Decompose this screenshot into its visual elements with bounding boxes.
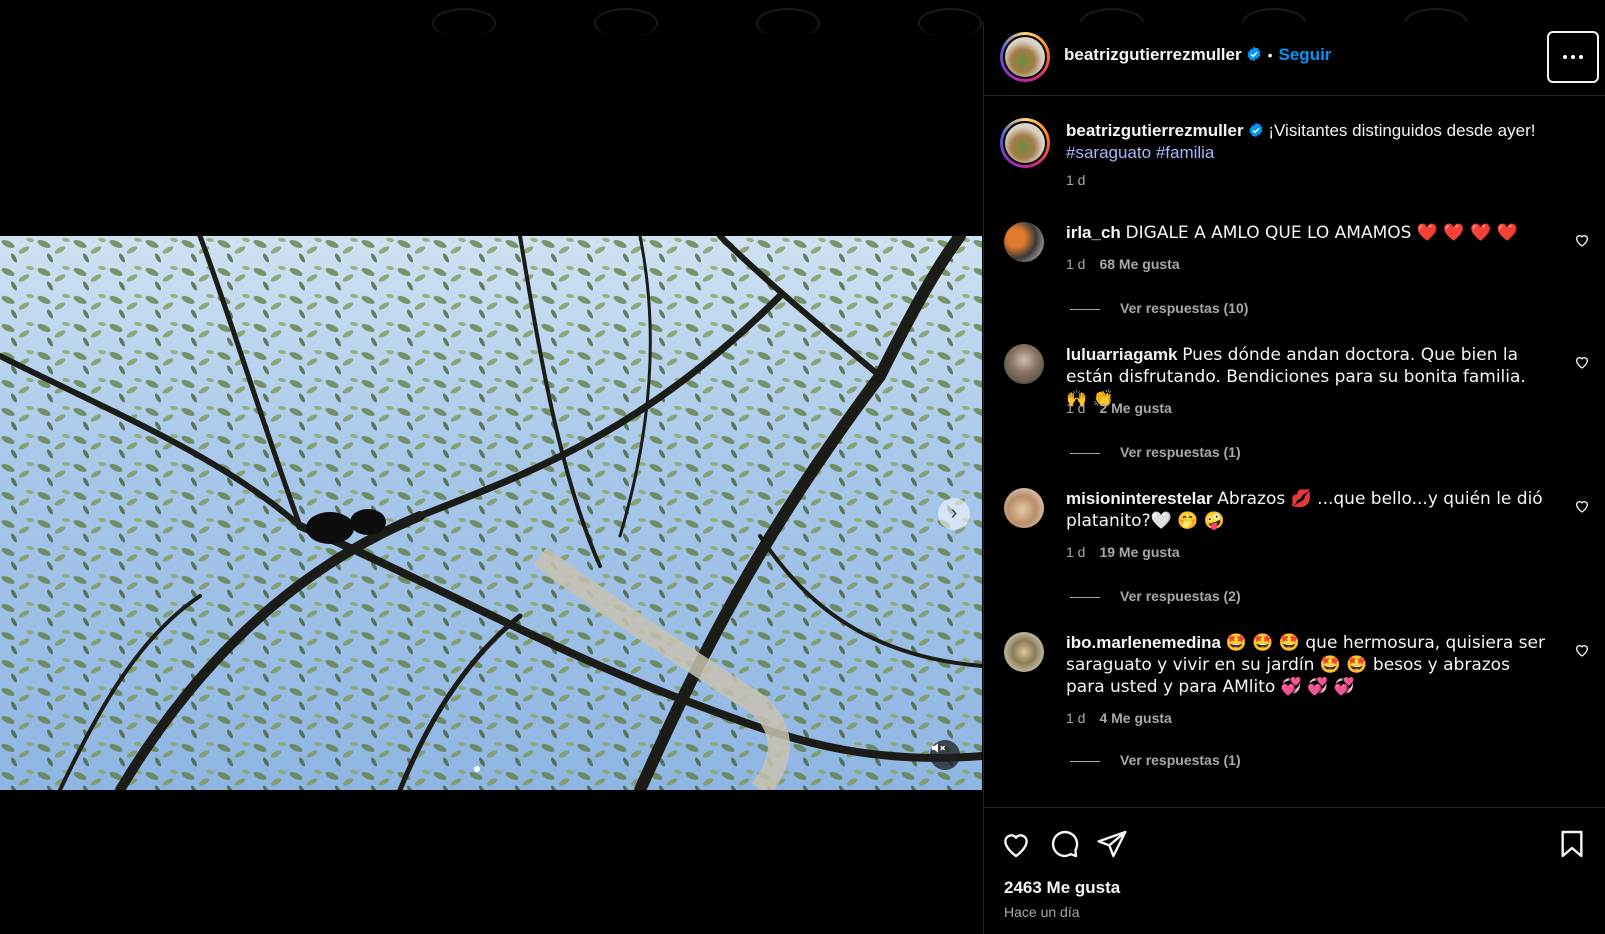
- post-video[interactable]: ›: [0, 236, 982, 790]
- comment-icon[interactable]: [1048, 828, 1080, 860]
- author-username[interactable]: beatrizgutierrezmuller: [1064, 45, 1242, 64]
- comment-likes[interactable]: 4 Me gusta: [1099, 710, 1171, 726]
- heart-icon[interactable]: [1000, 828, 1032, 860]
- caption-username[interactable]: beatrizgutierrezmuller: [1066, 121, 1244, 140]
- post-actions-bar: 2463 Me gusta Hace un día: [984, 807, 1605, 934]
- heart-icon[interactable]: [1574, 498, 1590, 514]
- commenter-avatar[interactable]: [1004, 344, 1044, 384]
- story-ring[interactable]: [918, 8, 982, 38]
- verified-badge-icon: [1247, 46, 1261, 62]
- story-ring[interactable]: [594, 8, 658, 38]
- commenter-avatar[interactable]: [1004, 488, 1044, 528]
- heart-icon[interactable]: [1574, 642, 1590, 658]
- send-icon[interactable]: [1096, 828, 1128, 860]
- comment-likes[interactable]: 19 Me gusta: [1099, 544, 1179, 560]
- separator-dot: •: [1267, 47, 1273, 63]
- story-ring[interactable]: [432, 8, 496, 38]
- comment-likes[interactable]: 68 Me gusta: [1099, 256, 1179, 272]
- post-side-panel: beatrizgutierrezmuller • Seguir beatrizgut…: [983, 22, 1605, 934]
- caption-timestamp: 1 d: [1066, 172, 1086, 188]
- commenter-username[interactable]: irla_ch: [1066, 223, 1121, 242]
- chevron-right-icon[interactable]: ›: [938, 498, 970, 530]
- hashtag-link[interactable]: #saraguato: [1066, 143, 1151, 162]
- post-timestamp: Hace un día: [1004, 904, 1080, 920]
- commenter-avatar[interactable]: [1004, 632, 1044, 672]
- view-replies-button[interactable]: Ver respuestas (10): [1120, 300, 1248, 316]
- more-options-icon[interactable]: [1547, 31, 1599, 83]
- bookmark-icon[interactable]: [1556, 828, 1588, 860]
- heart-icon[interactable]: [1574, 354, 1590, 370]
- caption-author-avatar[interactable]: [1000, 118, 1050, 168]
- hashtag-link[interactable]: #familia: [1156, 143, 1215, 162]
- carousel-indicator: [474, 766, 480, 772]
- post-header: beatrizgutierrezmuller • Seguir: [984, 22, 1605, 96]
- muted-speaker-icon[interactable]: [930, 740, 960, 770]
- tree-canopy-image: [0, 236, 982, 790]
- post-likes-count[interactable]: 2463 Me gusta: [1004, 878, 1120, 898]
- comment-text: DIGALE A AMLO QUE LO AMAMOS ❤️ ❤️ ❤️ ❤️: [1125, 223, 1518, 243]
- commenter-avatar[interactable]: [1004, 222, 1044, 262]
- comment-likes[interactable]: 2 Me gusta: [1099, 400, 1171, 416]
- comment-time: 1 d: [1066, 400, 1086, 416]
- comment-time: 1 d: [1066, 544, 1086, 560]
- verified-badge-icon: [1249, 122, 1263, 138]
- view-replies-button[interactable]: Ver respuestas (1): [1120, 752, 1241, 768]
- commenter-username[interactable]: luluarriagamk: [1066, 345, 1178, 364]
- caption-text: ¡Visitantes distinguidos desde ayer!: [1268, 121, 1536, 140]
- stories-strip: [0, 0, 1605, 38]
- comment-time: 1 d: [1066, 710, 1086, 726]
- follow-button[interactable]: Seguir: [1279, 45, 1332, 64]
- view-replies-button[interactable]: Ver respuestas (2): [1120, 588, 1241, 604]
- author-avatar[interactable]: [1000, 32, 1050, 82]
- story-ring[interactable]: [756, 8, 820, 38]
- view-replies-button[interactable]: Ver respuestas (1): [1120, 444, 1241, 460]
- commenter-username[interactable]: ibo.marlenemedina: [1066, 633, 1221, 652]
- commenter-username[interactable]: misioninterestelar: [1066, 489, 1212, 508]
- heart-icon[interactable]: [1574, 232, 1590, 248]
- comment-time: 1 d: [1066, 256, 1086, 272]
